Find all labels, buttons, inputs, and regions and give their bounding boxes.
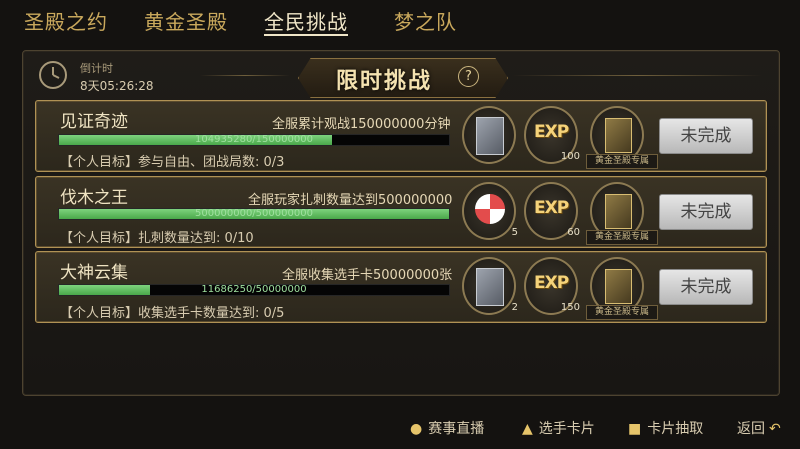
top-tabs: 圣殿之约 黄金圣殿 全民挑战 梦之队 <box>0 0 800 44</box>
reward-count: 150 <box>560 302 580 313</box>
progress-text: 500000000/500000000 <box>195 208 313 219</box>
live-button[interactable]: ● 赛事直播 <box>410 418 484 438</box>
reward-slot[interactable]: EXP 60 <box>524 182 580 240</box>
reward-slot[interactable]: 黄金圣殿专属 <box>586 182 658 245</box>
reward-slot[interactable] <box>462 106 516 164</box>
divider <box>200 75 290 76</box>
headset-icon: ● <box>410 421 423 437</box>
progress-bar: 104935280/150000000 <box>58 134 450 146</box>
reward-slot[interactable]: EXP 100 <box>524 106 580 164</box>
card-draw-button[interactable]: ■ 卡片抽取 <box>628 418 703 438</box>
exp-icon: EXP <box>534 198 569 218</box>
card-draw-label: 卡片抽取 <box>647 421 704 437</box>
tab-dream-team[interactable]: 梦之队 <box>394 6 457 35</box>
personal-goal: 【个人目标】收集选手卡数量达到: 0/5 <box>60 306 285 321</box>
challenge-row: 大神云集 全服收集选手卡50000000张 11686250/50000000 … <box>35 251 767 323</box>
personal-goal: 【个人目标】参与自由、团战局数: 0/3 <box>60 155 285 170</box>
challenge-goal: 全服玩家扎刺数量达到500000000 <box>248 193 453 208</box>
reward-slot[interactable]: EXP 150 <box>524 257 580 315</box>
back-button[interactable]: 返回 ↶ <box>737 418 781 438</box>
personal-goal: 【个人目标】扎刺数量达到: 0/10 <box>60 231 254 246</box>
countdown: 倒计时 8天05:26:28 <box>38 60 198 100</box>
back-arrow-icon: ↶ <box>769 421 781 437</box>
reward-count: 100 <box>560 151 580 162</box>
tab-temple-pact[interactable]: 圣殿之约 <box>24 6 108 35</box>
challenge-name: 大神云集 <box>60 263 128 283</box>
challenge-row: 见证奇迹 全服累计观战150000000分钟 104935280/1500000… <box>35 100 767 172</box>
help-icon[interactable]: ? <box>458 66 479 87</box>
gold-card-icon <box>605 269 632 304</box>
challenge-goal: 全服收集选手卡50000000张 <box>282 268 453 283</box>
progress-text: 11686250/50000000 <box>201 284 307 295</box>
cards-icon: ■ <box>628 421 642 437</box>
countdown-value: 8天05:26:28 <box>80 79 154 93</box>
reward-tag: 黄金圣殿专属 <box>586 230 658 245</box>
silver-card-icon <box>476 117 504 155</box>
incomplete-button[interactable]: 未完成 <box>659 118 753 154</box>
tab-global-challenge[interactable]: 全民挑战 <box>264 6 348 35</box>
clock-icon <box>39 61 67 89</box>
challenge-name: 见证奇迹 <box>60 112 128 132</box>
reward-count: 2 <box>511 302 518 313</box>
live-label: 赛事直播 <box>428 421 485 437</box>
incomplete-button[interactable]: 未完成 <box>659 194 753 230</box>
reward-count: 5 <box>511 227 518 238</box>
challenge-row: 伐木之王 全服玩家扎刺数量达到500000000 500000000/50000… <box>35 176 767 248</box>
exp-icon: EXP <box>534 273 569 293</box>
gold-card-icon <box>605 118 632 153</box>
progress-bar: 500000000/500000000 <box>58 208 450 220</box>
tab-golden-temple[interactable]: 黄金圣殿 <box>144 6 228 35</box>
player-icon: ▲ <box>522 421 533 437</box>
reward-slot[interactable]: 黄金圣殿专属 <box>586 106 658 169</box>
exp-icon: EXP <box>534 122 569 142</box>
silver-card-icon <box>476 268 504 306</box>
back-label: 返回 <box>737 421 765 437</box>
player-cards-button[interactable]: ▲ 选手卡片 <box>522 418 595 438</box>
gold-card-icon <box>605 194 632 229</box>
page-title: 限时挑战 <box>336 69 433 94</box>
challenge-goal: 全服累计观战150000000分钟 <box>272 117 451 132</box>
reward-slot[interactable]: 黄金圣殿专属 <box>586 257 658 320</box>
reward-count: 60 <box>567 227 580 238</box>
player-cards-label: 选手卡片 <box>538 421 595 437</box>
incomplete-button[interactable]: 未完成 <box>659 269 753 305</box>
divider <box>512 75 762 76</box>
reward-tag: 黄金圣殿专属 <box>586 154 658 169</box>
candy-icon <box>475 194 505 224</box>
countdown-label: 倒计时 <box>80 62 113 75</box>
reward-tag: 黄金圣殿专属 <box>586 305 658 320</box>
bottom-bar: ● 赛事直播 ▲ 选手卡片 ■ 卡片抽取 返回 ↶ <box>0 408 800 449</box>
challenge-name: 伐木之王 <box>60 188 128 208</box>
progress-text: 104935280/150000000 <box>195 134 313 145</box>
progress-bar: 11686250/50000000 <box>58 284 450 296</box>
reward-slot[interactable]: 5 <box>462 182 518 240</box>
reward-slot[interactable]: 2 <box>462 257 518 315</box>
